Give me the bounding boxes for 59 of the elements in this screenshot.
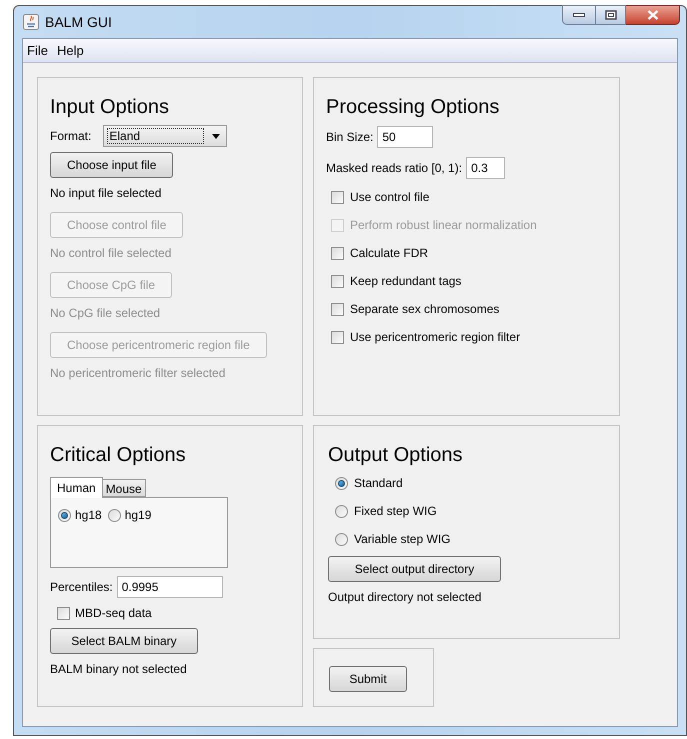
submit-button[interactable]: Submit <box>329 666 407 692</box>
menu-item[interactable]: File <box>27 40 48 60</box>
section-title: Output Options <box>328 443 464 467</box>
field-label: Bin Size: <box>326 129 374 146</box>
radio-label: Standard <box>354 475 403 492</box>
checkbox[interactable] <box>331 274 344 288</box>
tab[interactable]: Human <box>50 477 103 498</box>
close-button[interactable] <box>626 5 680 25</box>
radio-label: hg19 <box>124 507 152 524</box>
checkbox[interactable] <box>331 190 344 204</box>
checkbox-label: Keep redundant tags <box>350 273 462 290</box>
text-field[interactable]: 0.3 <box>466 157 506 179</box>
radio-button[interactable] <box>335 504 348 518</box>
status-text: No CpG file selected <box>50 305 162 322</box>
checkbox-label: Perform robust linear normalization <box>350 217 537 234</box>
checkbox-label: Calculate FDR <box>350 245 428 262</box>
radio-button[interactable] <box>335 476 348 490</box>
radio-label: hg18 <box>75 507 102 524</box>
format-dropdown[interactable]: Eland <box>103 125 228 147</box>
tab[interactable]: Mouse <box>102 479 146 497</box>
field-label: Format: <box>50 128 92 145</box>
button[interactable]: Select output directory <box>328 556 501 582</box>
status-text: Output directory not selected <box>328 589 482 606</box>
window-title: BALM GUI <box>45 12 112 32</box>
checkbox[interactable] <box>331 302 344 316</box>
checkbox-label: Separate sex chromosomes <box>350 301 500 318</box>
status-text: BALM binary not selected <box>50 661 188 678</box>
checkbox[interactable] <box>331 330 344 344</box>
status-text: No control file selected <box>50 245 172 262</box>
close-icon <box>646 10 658 20</box>
radio-button[interactable] <box>335 532 348 546</box>
checkbox-label: MBD-seq data <box>75 605 152 622</box>
caret-icon <box>212 134 220 138</box>
checkbox[interactable] <box>331 246 344 260</box>
text-field[interactable]: 50 <box>377 126 434 148</box>
radio-label: Variable step WIG <box>354 531 450 548</box>
minimize-button[interactable] <box>562 5 596 25</box>
checkbox-label: Use pericentromeric region filter <box>350 329 520 346</box>
minimize-icon <box>573 13 585 17</box>
app-icon <box>23 14 39 30</box>
maximize-icon <box>604 10 616 20</box>
section-title: Input Options <box>50 95 170 119</box>
button[interactable]: Select BALM binary <box>50 628 198 654</box>
status-text: No input file selected <box>50 185 162 202</box>
radio-button[interactable] <box>58 508 71 522</box>
field-label: Masked reads ratio [0, 1): <box>326 160 462 177</box>
checkbox-label: Use control file <box>350 189 430 206</box>
radio-button[interactable] <box>108 508 121 522</box>
menu-item[interactable]: Help <box>56 40 84 60</box>
section-title: Critical Options <box>50 443 187 467</box>
status-text: No pericentromeric filter selected <box>50 365 226 382</box>
button[interactable]: Choose input file <box>50 152 174 178</box>
dropdown-value: Eland <box>107 128 204 144</box>
maximize-button[interactable] <box>596 5 626 25</box>
section-title: Processing Options <box>326 95 500 119</box>
text-field[interactable]: 0.9995 <box>116 576 223 598</box>
field-label: Percentiles: <box>50 579 113 596</box>
radio-label: Fixed step WIG <box>354 503 437 520</box>
checkbox[interactable] <box>57 606 70 620</box>
